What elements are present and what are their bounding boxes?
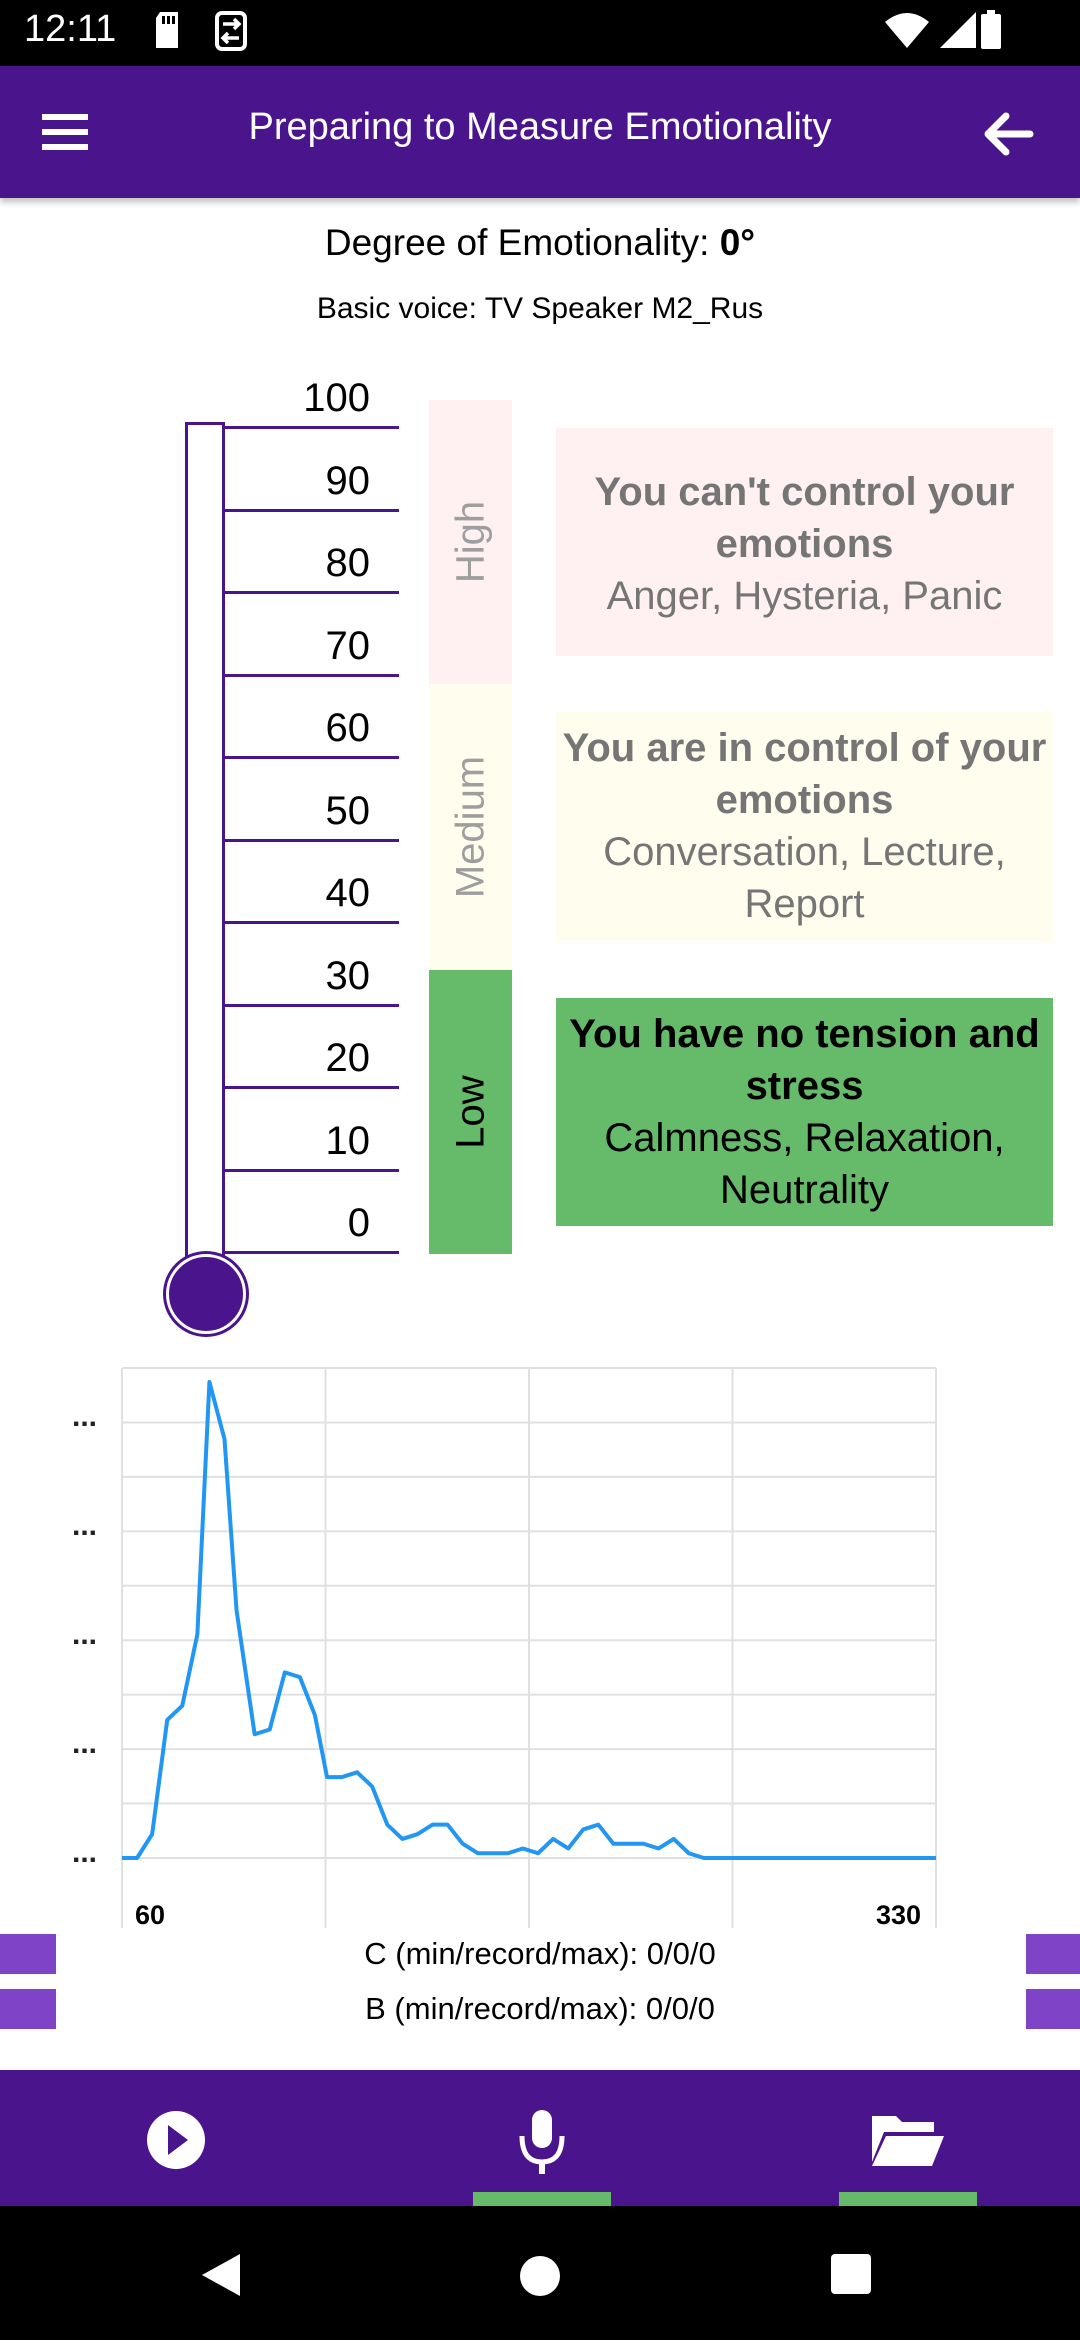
scale-tick-line	[224, 1168, 399, 1172]
scale-tick-label: 0	[347, 1201, 370, 1245]
spectrum-chart	[0, 1360, 1080, 1940]
status-bar: 12:11	[0, 0, 1080, 66]
degree-label: Degree of Emotionality:	[324, 222, 720, 263]
basic-voice-label: Basic voice: TV Speaker M2_Rus	[316, 292, 764, 325]
folder-open-icon[interactable]	[836, 2070, 976, 2206]
battery-icon	[981, 10, 1001, 49]
scale-tick-line	[224, 1251, 399, 1254]
status-time: 12:11	[24, 8, 117, 50]
mic-active-indicator	[473, 2192, 611, 2206]
app-bar: Preparing to Measure Emotionality	[0, 66, 1080, 198]
zone-high: High	[429, 400, 512, 684]
scale-tick-line	[224, 1086, 399, 1089]
b-stat-line: B (min/record/max): 0/0/0	[365, 1991, 715, 2026]
scale-tick-label: 30	[325, 953, 371, 998]
side-tab-right-bottom[interactable]	[1026, 1989, 1080, 2029]
scale-tick-label: 100	[303, 376, 370, 420]
scale-tick-label: 40	[325, 871, 371, 915]
scale-tick-line	[224, 673, 399, 677]
system-nav-bar	[0, 2206, 1080, 2340]
thermometer-bulb	[166, 1254, 246, 1334]
home-icon[interactable]	[516, 2252, 564, 2300]
back-icon[interactable]	[196, 2250, 246, 2300]
wifi-icon	[885, 13, 929, 48]
card-medium-title: You are in control of your emotions	[562, 726, 1047, 822]
zone-high-label: High	[448, 500, 492, 584]
card-high: You can't control your emotions Anger, H…	[556, 428, 1053, 656]
scale-tick-line	[224, 921, 399, 924]
side-tab-right-top[interactable]	[1026, 1934, 1080, 1974]
bottom-nav	[0, 2070, 1080, 2206]
thermometer-tube	[185, 422, 225, 1262]
y-tick-label: ...	[72, 1400, 98, 1433]
x-tick-label: 60	[135, 1900, 166, 1930]
sync-icon	[215, 11, 247, 51]
chart-plot	[121, 1367, 937, 1928]
card-low: You have no tension and stress Calmness,…	[556, 998, 1053, 1226]
sd-card-icon	[156, 12, 178, 48]
scale-tick-label: 80	[325, 541, 371, 585]
card-high-examples: Anger, Hysteria, Panic	[606, 574, 1003, 618]
zone-low-label: Low	[448, 1075, 492, 1149]
zone-medium-label: Medium	[448, 755, 492, 899]
card-high-title: You can't control your emotions	[594, 470, 1015, 566]
card-medium-examples: Conversation, Lecture, Report	[603, 830, 1006, 926]
x-tick-label: 330	[876, 1900, 922, 1930]
page-title: Preparing to Measure Emotionality	[248, 106, 832, 148]
y-tick-label: ...	[72, 1727, 98, 1760]
folder-active-indicator	[839, 2192, 977, 2206]
card-medium: You are in control of your emotions Conv…	[556, 712, 1053, 942]
recents-icon[interactable]	[829, 2252, 873, 2296]
card-low-title: You have no tension and stress	[569, 1012, 1040, 1108]
scale-tick-line	[224, 426, 399, 429]
scale-tick-label: 70	[325, 623, 371, 668]
side-tab-left-top[interactable]	[0, 1934, 56, 1974]
scale-tick-label: 20	[325, 1036, 371, 1080]
scale-tick-line	[224, 838, 399, 842]
scale-tick-line	[224, 591, 399, 594]
c-stat-line: C (min/record/max): 0/0/0	[364, 1936, 716, 1971]
arrow-back-icon[interactable]	[976, 104, 1040, 164]
degree-of-emotionality: Degree of Emotionality: 0°	[0, 222, 1080, 264]
play-icon[interactable]	[106, 2070, 246, 2206]
zone-medium: Medium	[429, 684, 512, 970]
y-tick-label: ...	[72, 1618, 98, 1651]
card-low-examples: Calmness, Relaxation, Neutrality	[604, 1116, 1005, 1212]
scale-tick-label: 50	[325, 788, 371, 833]
microphone-icon[interactable]	[472, 2070, 612, 2206]
y-tick-label: ...	[72, 1836, 98, 1869]
y-tick-label: ...	[72, 1509, 98, 1542]
zone-low: Low	[429, 970, 512, 1254]
side-tab-left-bottom[interactable]	[0, 1989, 56, 2029]
scale-tick-line	[224, 756, 399, 759]
scale-tick-label: 90	[325, 458, 371, 503]
scale-tick-label: 10	[325, 1118, 371, 1163]
scale-tick-line	[224, 508, 399, 512]
scale-tick-label: 60	[325, 706, 371, 750]
degree-value: 0°	[719, 222, 756, 263]
scale-tick-line	[224, 1003, 399, 1007]
signal-icon	[940, 12, 976, 48]
